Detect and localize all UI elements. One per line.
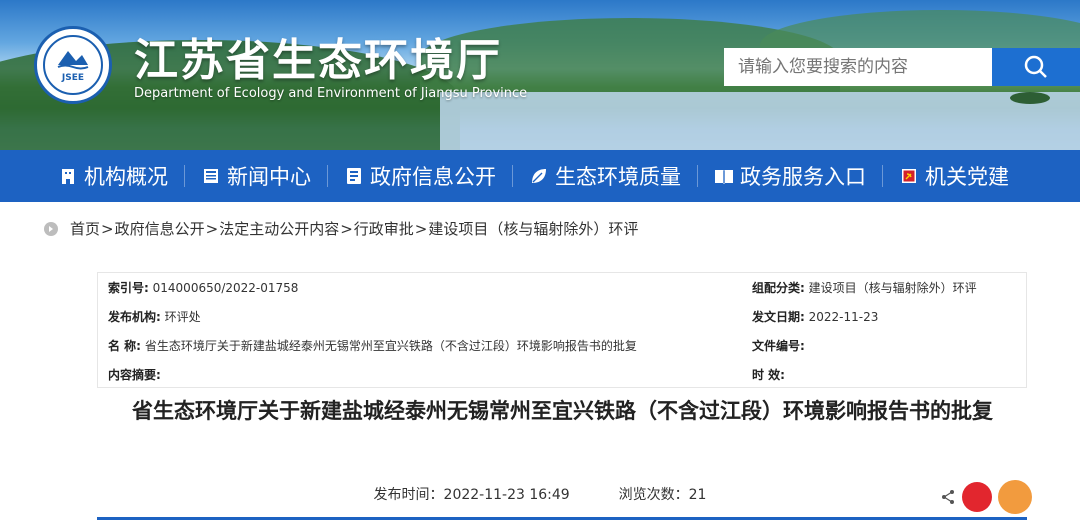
document-name-value: 省生态环境厅关于新建盐城经泰州无锡常州至宜兴铁路（不含过江段）环境影响报告书的批… bbox=[144, 339, 637, 353]
nav-item-eco-quality[interactable]: 生态环境质量 bbox=[529, 150, 681, 202]
nav-divider bbox=[327, 165, 328, 187]
logo-text: JSEE bbox=[61, 73, 85, 83]
meta-label: 文件编号: bbox=[752, 339, 805, 353]
newspaper-icon bbox=[201, 166, 221, 186]
meta-label: 索引号: bbox=[108, 281, 149, 295]
nav-divider bbox=[184, 165, 185, 187]
breadcrumb-gov-info[interactable]: 政府信息公开 bbox=[115, 218, 205, 239]
meta-label: 时 效: bbox=[752, 368, 785, 382]
nav-label: 生态环境质量 bbox=[555, 165, 681, 189]
nav-item-party[interactable]: 机关党建 bbox=[899, 150, 1009, 202]
nav-label: 机关党建 bbox=[925, 165, 1009, 189]
nav-label: 机构概况 bbox=[84, 165, 168, 189]
weibo-share-icon[interactable] bbox=[962, 482, 992, 512]
publish-info: 发布时间：2022-11-23 16:49 浏览次数：21 bbox=[0, 484, 1080, 504]
header-banner: JSEE 江苏省生态环境厅 Department of Ecology and … bbox=[0, 0, 1080, 150]
issue-date-value: 2022-11-23 bbox=[808, 310, 879, 324]
breadcrumb-home[interactable]: 首页 bbox=[70, 218, 100, 239]
publish-time-label: 发布时间： bbox=[373, 487, 444, 503]
view-count: 21 bbox=[688, 487, 707, 503]
site-title[interactable]: 江苏省生态环境厅 bbox=[134, 24, 502, 88]
mountain-water-icon bbox=[57, 51, 89, 70]
nav-divider bbox=[697, 165, 698, 187]
site-subtitle: Department of Ecology and Environment of… bbox=[134, 86, 528, 101]
meta-label: 发布机构: bbox=[108, 310, 161, 324]
share-bar bbox=[940, 480, 1032, 514]
publisher-value: 环评处 bbox=[164, 310, 201, 324]
book-icon bbox=[714, 166, 734, 186]
nav-item-org[interactable]: 机构概况 bbox=[58, 150, 168, 202]
breadcrumb-approval[interactable]: 行政审批 bbox=[354, 218, 414, 239]
banner-lake bbox=[440, 92, 1080, 150]
meta-row: 发布机构: 环评处 发文日期: 2022-11-23 bbox=[98, 302, 1028, 331]
breadcrumb: 首页 > 政府信息公开 > 法定主动公开内容 > 行政审批 > 建设项目（核与辐射除外）… bbox=[44, 218, 638, 239]
share-icon[interactable] bbox=[940, 489, 956, 505]
meta-label: 名 称: bbox=[108, 339, 141, 353]
nav-divider bbox=[512, 165, 513, 187]
meta-row: 索引号: 014000650/2022-01758 组配分类: 建设项目（核与辐… bbox=[98, 273, 1028, 302]
wechat-share-icon[interactable] bbox=[998, 480, 1032, 514]
meta-label: 内容摘要: bbox=[108, 368, 161, 382]
document-meta-table: 索引号: 014000650/2022-01758 组配分类: 建设项目（核与辐… bbox=[97, 272, 1027, 388]
nav-label: 新闻中心 bbox=[227, 165, 311, 189]
nav-label: 政府信息公开 bbox=[370, 165, 496, 189]
nav-item-news[interactable]: 新闻中心 bbox=[201, 150, 311, 202]
breadcrumb-current[interactable]: 建设项目（核与辐射除外）环评 bbox=[428, 218, 638, 239]
publish-time: 2022-11-23 16:49 bbox=[443, 487, 570, 503]
nav-label: 政务服务入口 bbox=[740, 165, 866, 189]
search-button[interactable] bbox=[992, 48, 1080, 86]
banner-island bbox=[1010, 92, 1050, 104]
search-icon bbox=[1024, 55, 1047, 78]
leaf-icon bbox=[529, 166, 549, 186]
site-logo[interactable]: JSEE bbox=[34, 26, 112, 104]
meta-row: 内容摘要: 时 效: bbox=[98, 360, 1028, 389]
meta-label: 组配分类: bbox=[752, 281, 805, 295]
meta-row: 名 称: 省生态环境厅关于新建盐城经泰州无锡常州至宜兴铁路（不含过江段）环境影响… bbox=[98, 331, 1028, 360]
nav-divider bbox=[882, 165, 883, 187]
nav-item-services[interactable]: 政务服务入口 bbox=[714, 150, 866, 202]
content-divider bbox=[97, 517, 1027, 520]
views-label: 浏览次数： bbox=[618, 487, 689, 503]
breadcrumb-statutory[interactable]: 法定主动公开内容 bbox=[219, 218, 339, 239]
party-flag-icon bbox=[899, 166, 919, 186]
main-nav: 机构概况 新闻中心 政府信息公开 生态环境质量 政务服务入口 机关党建 bbox=[0, 150, 1080, 202]
index-number: 014000650/2022-01758 bbox=[152, 281, 299, 295]
article-title: 省生态环境厅关于新建盐城经泰州无锡常州至宜兴铁路（不含过江段）环境影响报告书的批… bbox=[132, 399, 993, 423]
search-input[interactable] bbox=[724, 48, 992, 86]
meta-label: 发文日期: bbox=[752, 310, 805, 324]
info-board-icon bbox=[344, 166, 364, 186]
category-value: 建设项目（核与辐射除外）环评 bbox=[808, 281, 977, 295]
building-icon bbox=[58, 166, 78, 186]
location-icon bbox=[44, 221, 58, 236]
nav-item-gov-info[interactable]: 政府信息公开 bbox=[344, 150, 496, 202]
